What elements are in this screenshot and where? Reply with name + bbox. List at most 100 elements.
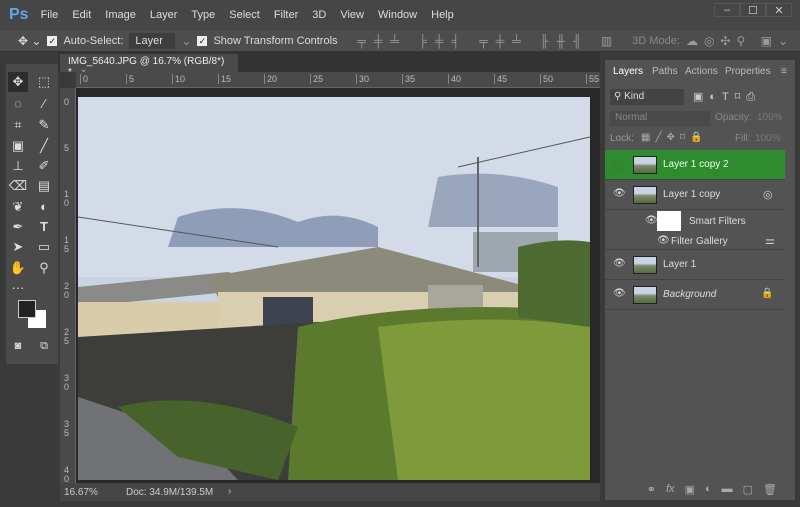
smart-filters-row[interactable]: 👁 Smart Filters [605,210,785,232]
close-button[interactable]: ✕ [766,3,792,17]
marquee-tool-icon[interactable]: ⬚ [34,72,54,92]
layer-name[interactable]: Layer 1 copy [663,189,720,200]
lock-icons[interactable]: ▦╱✥⌑🔒 [641,132,707,143]
menu-window[interactable]: Window [378,9,417,21]
path-selection-icon[interactable]: ➤ [8,237,28,257]
ruler-tick-label: 50 [540,74,553,84]
zoom-tool-icon[interactable]: ⚲ [34,258,54,278]
eye-icon[interactable]: 👁 [613,188,626,199]
filter-options-icon[interactable]: ⚌ [765,234,775,247]
ruler-tick-label: 45 [494,74,507,84]
status-menu-arrow-icon[interactable]: › [228,486,231,497]
show-transform-label: Show Transform Controls [213,34,338,47]
filter-icons[interactable]: ▣◐T⌑⎙ [693,90,761,104]
minimize-button[interactable]: – [714,3,740,17]
auto-select-dropdown[interactable]: Layer [129,32,176,49]
rectangle-tool-icon[interactable]: ▭ [34,237,54,257]
blur-tool-icon[interactable]: ❦ [8,197,28,217]
filter-kind-dropdown[interactable]: ⚲ Kind [610,89,684,105]
menu-type[interactable]: Type [191,9,215,21]
blend-mode-dropdown[interactable]: Normal [610,111,710,126]
zoom-level[interactable]: 16.67% [64,487,98,498]
fx-icon[interactable]: fx [666,483,675,501]
ruler-tick-label: 15 [64,235,70,254]
filter-gallery-row[interactable]: 👁 Filter Gallery ⚌ [605,232,785,250]
eye-icon[interactable]: 👁 [613,288,626,299]
brush-tool-icon[interactable]: ╱ [34,136,54,156]
crop-tool-icon[interactable]: ⌗ [8,115,28,135]
menu-view[interactable]: View [340,9,364,21]
align-icons[interactable]: ╤╪╧ ╞╪╡ ╤╪╧ ╟╫╢ ▥ [358,34,621,48]
screen-mode-icon[interactable]: ⧉ [34,336,54,356]
auto-select-label: Auto-Select: [63,34,124,47]
more-tools-icon[interactable]: ··· [8,278,28,298]
type-tool-icon[interactable]: T [34,217,54,237]
eye-icon[interactable]: 👁 [613,258,626,269]
layer-name[interactable]: Layer 1 [663,259,696,270]
3d-mode-icons[interactable]: ☁◎✣⚲ ▣⌄ [686,34,794,48]
layer-row-layer-1-copy[interactable]: 👁 Layer 1 copy ◎ [605,180,785,210]
new-layer-icon[interactable]: ▢ [743,483,753,501]
window-controls: – ☐ ✕ [714,3,792,17]
history-brush-icon[interactable]: ✐ [34,156,54,176]
opacity-field[interactable]: 100% [757,112,783,123]
clone-stamp-icon[interactable]: ⊥ [8,156,28,176]
menu-help[interactable]: Help [431,9,454,21]
quick-mask-icon[interactable]: ◙ [8,336,28,356]
foreground-color-swatch[interactable] [18,300,36,318]
layer-name[interactable]: Background [663,289,716,300]
magic-wand-icon[interactable]: ⁄ [34,94,54,114]
adjustment-layer-icon[interactable]: ◐ [705,483,712,501]
ruler-horizontal: 0 5 10 15 20 25 30 35 40 45 50 55 [76,72,600,88]
layer-row-background[interactable]: 👁 Background 🔒 [605,280,785,310]
lasso-tool-icon[interactable]: ◌ [8,94,28,114]
healing-brush-icon[interactable]: ▣ [8,136,28,156]
eyedropper-icon[interactable]: ✎ [34,115,54,135]
tab-actions[interactable]: Actions [685,66,718,77]
ruler-tick-label: 15 [218,74,231,84]
eye-icon[interactable]: 👁 [645,215,658,226]
panel-menu-icon[interactable]: ≡ [781,66,787,77]
document-image[interactable] [78,97,590,480]
ruler-tick-label: 35 [64,419,70,438]
eye-icon[interactable]: 👁 [657,235,670,246]
ruler-tick-label: 20 [264,74,277,84]
hand-tool-icon[interactable]: ✋ [8,258,28,278]
ruler-tick-label: 10 [64,189,70,208]
tab-paths[interactable]: Paths [652,66,678,77]
menu-3d[interactable]: 3D [312,9,326,21]
ruler-tick-label: 5 [126,74,134,84]
menu-filter[interactable]: Filter [274,9,298,21]
move-tool-icon[interactable]: ✥ ⌄ [18,34,41,48]
eraser-tool-icon[interactable]: ⌫ [8,176,28,196]
tab-layers[interactable]: Layers [613,66,643,77]
document-tab[interactable]: IMG_5640.JPG @ 16.7% (RGB/8*) * × [60,54,238,78]
show-transform-checkbox[interactable]: ✓ [197,35,208,46]
menu-select[interactable]: Select [229,9,260,21]
link-layers-icon[interactable]: ⚭ [647,483,656,501]
auto-select-checkbox[interactable]: ✓ [47,35,58,46]
ruler-tick-label: 0 [64,97,70,107]
layer-row-layer-1[interactable]: 👁 Layer 1 [605,250,785,280]
maximize-button[interactable]: ☐ [740,3,766,17]
opacity-label: Opacity: [715,112,752,123]
tab-properties[interactable]: Properties [725,66,771,77]
ruler-vertical: 0 5 10 15 20 25 30 35 40 [60,88,76,484]
visibility-toggle[interactable] [613,160,622,169]
filter-gallery-label[interactable]: Filter Gallery [671,236,728,247]
menu-file[interactable]: File [41,9,59,21]
gradient-tool-icon[interactable]: ▤ [34,176,54,196]
layer-row-layer-1-copy-2[interactable]: Layer 1 copy 2 [605,150,785,180]
delete-layer-icon[interactable]: 🗑 [763,483,777,501]
move-tool-icon[interactable]: ✥ [8,72,28,92]
add-mask-icon[interactable]: ▣ [685,483,695,501]
layer-name[interactable]: Layer 1 copy 2 [663,159,729,170]
dodge-tool-icon[interactable]: ◐ [34,197,54,217]
new-group-icon[interactable]: ▬ [722,483,733,501]
ruler-tick-label: 25 [64,327,70,346]
fill-field[interactable]: 100% [755,133,781,144]
pen-tool-icon[interactable]: ✒ [8,217,28,237]
menu-image[interactable]: Image [105,9,136,21]
menu-layer[interactable]: Layer [150,9,178,21]
menu-edit[interactable]: Edit [72,9,91,21]
